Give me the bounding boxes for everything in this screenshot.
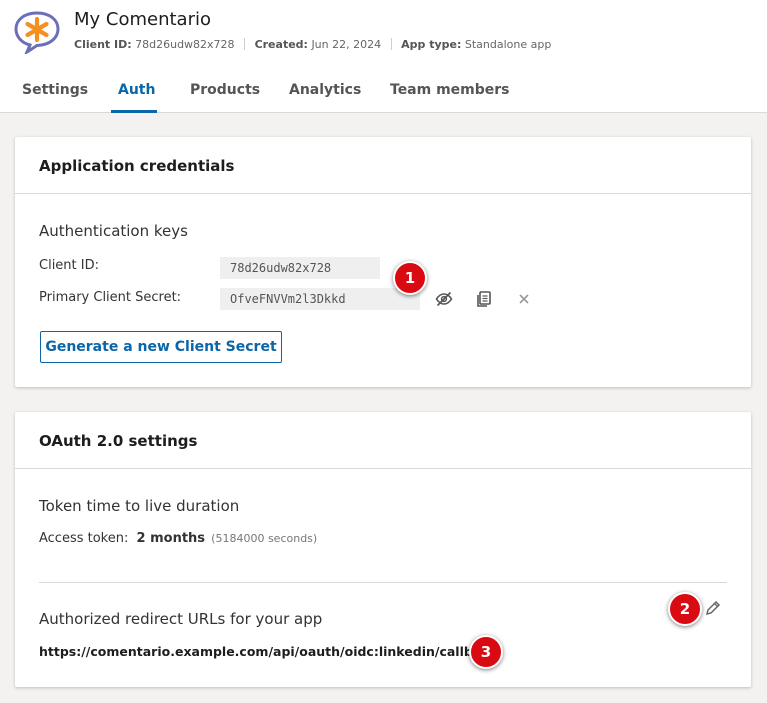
copy-icon[interactable] bbox=[474, 289, 494, 309]
oauth-card: OAuth 2.0 settings Token time to live du… bbox=[15, 412, 751, 687]
eye-off-icon[interactable] bbox=[434, 289, 454, 309]
client-id-label: Client ID: bbox=[39, 258, 99, 273]
annotation-badge-1: 1 bbox=[393, 261, 427, 295]
generate-client-secret-button[interactable]: Generate a new Client Secret bbox=[40, 331, 282, 363]
meta-separator bbox=[244, 38, 246, 50]
credentials-title: Application credentials bbox=[39, 157, 235, 175]
tab-auth[interactable]: Auth bbox=[118, 82, 155, 98]
meta-created-key: Created: bbox=[254, 38, 308, 51]
token-ttl-heading: Token time to live duration bbox=[39, 497, 240, 515]
app-header: My Comentario Client ID: 78d26udw82x728 … bbox=[0, 0, 767, 113]
close-icon[interactable] bbox=[514, 289, 534, 309]
card-divider bbox=[15, 468, 751, 469]
redirect-url: https://comentario.example.com/api/oauth… bbox=[39, 644, 497, 659]
meta-separator bbox=[390, 38, 392, 50]
tab-products[interactable]: Products bbox=[190, 82, 260, 98]
meta-app-type-value: Standalone app bbox=[464, 38, 552, 51]
app-logo bbox=[14, 11, 60, 54]
meta-app-type-key: App type: bbox=[401, 38, 462, 51]
active-tab-indicator bbox=[111, 110, 157, 113]
meta-client-id-value: 78d26udw82x728 bbox=[135, 38, 235, 51]
oauth-title: OAuth 2.0 settings bbox=[39, 432, 198, 450]
client-secret-label: Primary Client Secret: bbox=[39, 290, 182, 305]
tab-team-members[interactable]: Team members bbox=[390, 82, 510, 98]
section-divider bbox=[39, 582, 727, 583]
card-divider bbox=[15, 193, 751, 194]
app-name: My Comentario bbox=[74, 9, 212, 30]
access-token-seconds: (5184000 seconds) bbox=[211, 532, 318, 545]
access-token-row: Access token: 2 months (5184000 seconds) bbox=[39, 531, 317, 546]
tab-settings[interactable]: Settings bbox=[22, 82, 88, 98]
annotation-badge-2: 2 bbox=[668, 592, 702, 626]
meta-client-id-key: Client ID: bbox=[74, 38, 132, 51]
annotation-badge-3: 3 bbox=[469, 635, 503, 669]
access-token-value: 2 months bbox=[136, 531, 206, 546]
client-secret-value: OfveFNVVm2l3Dkkd bbox=[220, 288, 420, 310]
authentication-keys-heading: Authentication keys bbox=[39, 222, 188, 240]
meta-created-value: Jun 22, 2024 bbox=[311, 38, 382, 51]
credentials-card: Application credentials Authentication k… bbox=[15, 137, 751, 387]
redirect-urls-heading: Authorized redirect URLs for your app bbox=[39, 610, 323, 628]
access-token-label: Access token: bbox=[39, 531, 129, 546]
tab-analytics[interactable]: Analytics bbox=[289, 82, 361, 98]
app-meta: Client ID: 78d26udw82x728 Created: Jun 2… bbox=[74, 38, 551, 51]
client-id-value: 78d26udw82x728 bbox=[220, 257, 380, 279]
pencil-icon[interactable] bbox=[703, 598, 723, 618]
tab-bar: Settings Auth Products Analytics Team me… bbox=[0, 80, 767, 113]
